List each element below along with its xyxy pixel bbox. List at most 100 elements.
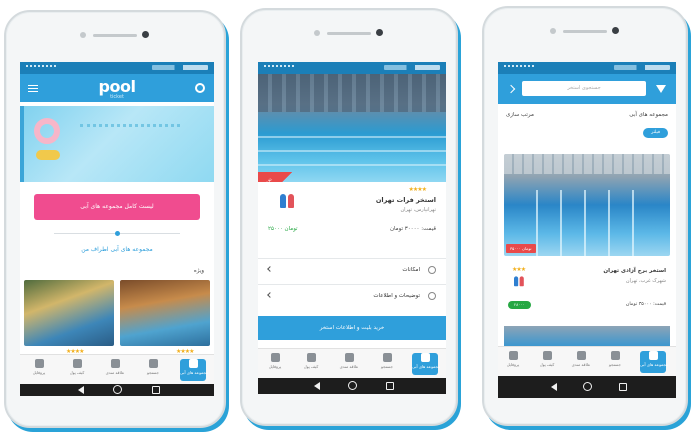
- front-camera: [376, 29, 383, 36]
- nav-pools[interactable]: مجموعه های آبی: [180, 359, 208, 381]
- price-label: قیمت: ۳۰۰۰۰ تومان: [389, 226, 436, 232]
- recent-apps-icon[interactable]: [619, 383, 628, 391]
- settings-icon[interactable]: [195, 83, 205, 93]
- sensor-dot: [80, 32, 86, 38]
- back-icon[interactable]: [551, 383, 558, 391]
- phone-list: جستجوی استخر مجموعه های آبی مرتب سازی فی…: [482, 6, 688, 426]
- screen-list: جستجوی استخر مجموعه های آبی مرتب سازی فی…: [498, 62, 676, 398]
- nav-profile[interactable]: پروفایل: [26, 359, 52, 381]
- pool-thumb[interactable]: [24, 280, 114, 346]
- pool-rating: ★★★: [512, 266, 526, 273]
- price-tag: ۳۵۰۰۰ تومان: [506, 244, 536, 253]
- menu-icon[interactable]: [28, 85, 38, 92]
- pool-location: شهرک غرب، تهران: [625, 278, 666, 284]
- search-icon: [382, 353, 392, 362]
- status-bar: [498, 62, 676, 74]
- system-nav: [20, 384, 214, 396]
- showcase: pool ticket لیست کامل مجموعه های آبی مجم…: [0, 0, 693, 434]
- home-icon[interactable]: [583, 382, 592, 391]
- price-label: قیمت: ۳۵۰۰۰ تومان: [625, 302, 666, 307]
- promo-banner[interactable]: [20, 106, 214, 182]
- heart-icon: [110, 359, 120, 368]
- pool-thumb[interactable]: [120, 280, 210, 346]
- info-icon: [428, 266, 436, 274]
- phone-detail: تخفیف ★★★★ استخر فرات تهران تهرانپارس، ت…: [240, 8, 458, 426]
- search-icon: [148, 359, 158, 368]
- app-logo: pool: [98, 77, 136, 96]
- front-camera: [612, 27, 619, 34]
- nearby-pools-link[interactable]: مجموعه های آبی اطراف من: [30, 246, 204, 253]
- nav-favorites[interactable]: علاقه مندی: [102, 359, 128, 381]
- discount-badge: ۲۸۰۰۰: [508, 301, 531, 309]
- sensor-dot: [314, 30, 320, 36]
- nav-profile[interactable]: پروفایل: [262, 353, 288, 375]
- user-icon: [34, 359, 44, 368]
- nav-favorites[interactable]: علاقه مندی: [568, 351, 594, 373]
- nav-search[interactable]: جستجو: [140, 359, 166, 381]
- bottom-nav: پروفایل کیف پول علاقه مندی جستجو مجموعه …: [20, 354, 214, 384]
- home-icon[interactable]: [113, 385, 122, 394]
- chevron-icon: [267, 292, 273, 298]
- nav-search[interactable]: جستجو: [602, 351, 628, 373]
- home-icon[interactable]: [348, 381, 357, 390]
- nav-wallet[interactable]: کیف پول: [298, 353, 324, 375]
- user-icon: [508, 351, 518, 360]
- gender-icon: [514, 275, 525, 288]
- info-icon: [428, 292, 436, 300]
- filter-pill[interactable]: فیلتر: [643, 128, 668, 138]
- divider-dot: [115, 231, 120, 236]
- system-nav: [258, 378, 446, 394]
- nav-wallet[interactable]: کیف پول: [64, 359, 90, 381]
- phone-speaker: [327, 32, 371, 35]
- pool-info-card: ★★★★ استخر فرات تهران تهرانپارس، تهران ق…: [258, 182, 446, 242]
- recent-apps-icon[interactable]: [151, 386, 160, 394]
- back-icon[interactable]: [78, 386, 85, 394]
- nav-favorites[interactable]: علاقه مندی: [336, 353, 362, 375]
- sensor-dot: [550, 28, 556, 34]
- nav-pools[interactable]: مجموعه های آبی: [412, 353, 440, 375]
- pool-card-image[interactable]: [504, 154, 670, 256]
- discount-price: ۲۵۰۰۰ تومان: [268, 226, 298, 232]
- wallet-icon: [306, 353, 316, 362]
- sort-label[interactable]: مرتب سازی: [506, 112, 534, 118]
- back-arrow-icon[interactable]: [506, 84, 516, 94]
- app-bar: pool ticket: [20, 74, 214, 102]
- list-title: مجموعه های آبی: [629, 112, 668, 118]
- status-bar: [258, 62, 446, 74]
- nav-search[interactable]: جستجو: [374, 353, 400, 375]
- front-camera: [142, 31, 149, 38]
- pool-name: استخر برج آزادی تهران: [603, 268, 666, 274]
- wallet-icon: [72, 359, 82, 368]
- facilities-row[interactable]: امکانات: [258, 258, 446, 280]
- phone-speaker: [93, 34, 137, 37]
- next-pool-card[interactable]: [504, 326, 670, 346]
- filter-icon[interactable]: [656, 85, 666, 93]
- bottom-nav: پروفایل کیف پول علاقه مندی جستجو مجموعه …: [498, 346, 676, 376]
- buy-ticket-button[interactable]: خرید بلیت و اطلاعات استخر: [258, 316, 446, 340]
- back-icon[interactable]: [314, 382, 321, 390]
- pool-location: تهرانپارس، تهران: [400, 207, 436, 213]
- user-icon: [270, 353, 280, 362]
- pool-icon: [648, 351, 658, 360]
- gender-icon: [280, 192, 296, 210]
- nav-pools[interactable]: مجموعه های آبی: [640, 351, 668, 373]
- phone-speaker: [563, 30, 607, 33]
- section-title: ویژه: [193, 268, 204, 274]
- search-input[interactable]: جستجوی استخر: [522, 81, 646, 96]
- description-row[interactable]: توضیحات و اطلاعات: [258, 284, 446, 306]
- pool-name: استخر فرات تهران: [375, 196, 436, 204]
- heart-icon: [344, 353, 354, 362]
- chevron-icon: [267, 266, 273, 272]
- nav-wallet[interactable]: کیف پول: [534, 351, 560, 373]
- status-bar: [20, 62, 214, 74]
- system-nav: [498, 376, 676, 398]
- screen-home: pool ticket لیست کامل مجموعه های آبی مجم…: [20, 62, 214, 396]
- wallet-icon: [542, 351, 552, 360]
- bottom-nav: پروفایل کیف پول علاقه مندی جستجو مجموعه …: [258, 348, 446, 378]
- recent-apps-icon[interactable]: [385, 382, 394, 390]
- nav-profile[interactable]: پروفایل: [500, 351, 526, 373]
- heart-icon: [576, 351, 586, 360]
- pool-hero-image[interactable]: [258, 74, 446, 182]
- all-pools-button[interactable]: لیست کامل مجموعه های آبی: [34, 194, 200, 220]
- search-bar-area: جستجوی استخر: [498, 74, 676, 104]
